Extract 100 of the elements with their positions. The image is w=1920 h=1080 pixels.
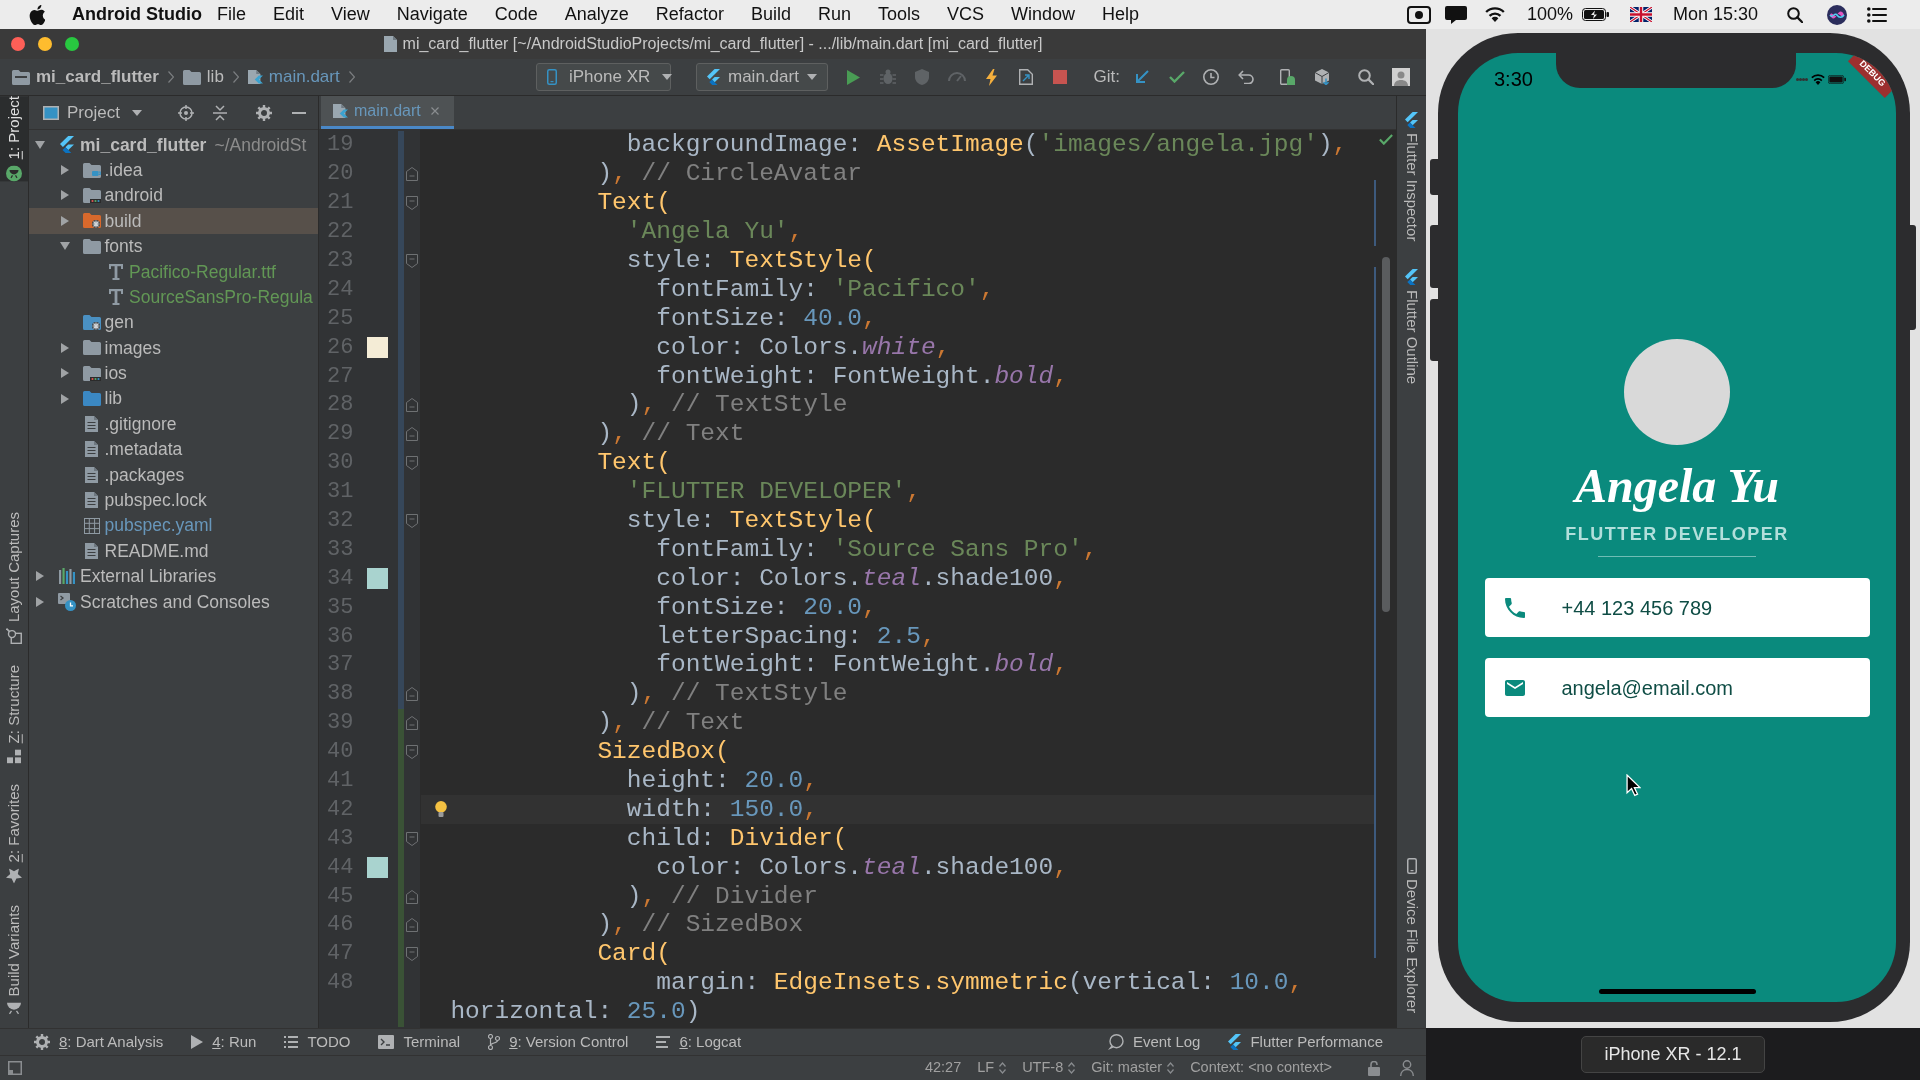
undo-icon[interactable] xyxy=(1237,70,1254,84)
phone-android-icon[interactable] xyxy=(1279,69,1296,85)
status-item[interactable]: Git: master xyxy=(1091,1057,1175,1079)
tree-item[interactable]: .gitignore xyxy=(29,411,318,437)
square-icon[interactable] xyxy=(8,1061,22,1075)
fold-marker-icon[interactable] xyxy=(406,514,418,528)
tree-item[interactable]: ios xyxy=(29,360,318,386)
check-icon[interactable] xyxy=(1379,134,1393,145)
color-swatch-icon[interactable] xyxy=(367,337,388,359)
tree-item[interactable]: README.md xyxy=(29,538,318,564)
color-swatch-icon[interactable] xyxy=(367,857,388,879)
status-item[interactable]: LF xyxy=(977,1057,1007,1079)
tree-item[interactable]: mi_card_flutter ~/AndroidSt xyxy=(29,132,318,158)
clock-icon[interactable] xyxy=(1203,69,1220,85)
menu-item[interactable]: VCS xyxy=(947,1,984,28)
caret-right-icon[interactable] xyxy=(36,596,44,607)
caret-right-icon[interactable] xyxy=(60,368,69,379)
fold-marker-icon[interactable] xyxy=(406,687,418,702)
menu-item[interactable]: Navigate xyxy=(396,1,468,28)
fold-marker-icon[interactable] xyxy=(406,889,418,904)
status-item[interactable]: 42:27 xyxy=(924,1057,962,1079)
gear-icon[interactable] xyxy=(255,104,272,121)
tree-item[interactable]: pubspec.lock xyxy=(29,487,318,513)
menu-item[interactable]: Run xyxy=(817,1,851,28)
flag-icon[interactable] xyxy=(1629,7,1652,22)
zoom-button[interactable] xyxy=(65,37,79,51)
close-button[interactable] xyxy=(11,37,25,51)
record-icon[interactable] xyxy=(1406,5,1431,24)
fold-marker-icon[interactable] xyxy=(406,745,418,760)
breadcrumb[interactable]: mi_card_flutter xyxy=(12,64,159,90)
tool-window-button[interactable]: 2: Favorites xyxy=(0,784,28,884)
lock-icon[interactable] xyxy=(1368,1060,1380,1076)
scrollbar-thumb[interactable] xyxy=(1382,257,1390,612)
tree-item[interactable]: Pacifico-Regular.ttf xyxy=(29,258,318,285)
menu-item[interactable]: Build xyxy=(750,1,791,28)
person-icon[interactable] xyxy=(1400,1060,1414,1076)
menu-item[interactable]: Edit xyxy=(273,1,305,28)
menu-item[interactable]: File xyxy=(217,1,246,28)
tool-window-button[interactable]: Z: Structure xyxy=(0,664,28,764)
tree-item[interactable]: images xyxy=(29,335,318,361)
user-avatar-icon[interactable] xyxy=(1391,68,1410,86)
tree-item[interactable]: Scratches and Consoles xyxy=(29,589,318,615)
status-item[interactable]: UTF-8 xyxy=(1022,1057,1076,1079)
arrow-down-left-icon[interactable] xyxy=(1135,70,1150,84)
fold-marker-icon[interactable] xyxy=(406,167,418,182)
lightning-icon[interactable] xyxy=(985,68,997,86)
fold-marker-icon[interactable] xyxy=(406,398,418,413)
status-item[interactable]: Context: <no context> xyxy=(1190,1057,1332,1079)
battery-icon[interactable] xyxy=(1581,8,1609,21)
tool-window-button[interactable]: Flutter Inspector xyxy=(1398,112,1425,242)
fold-marker-icon[interactable] xyxy=(406,456,418,471)
menu-item[interactable]: View xyxy=(331,1,370,28)
tree-item[interactable]: .packages xyxy=(29,462,318,488)
tool-window-button[interactable]: 9: Version Control xyxy=(488,1030,629,1054)
tree-item[interactable]: android xyxy=(29,182,318,209)
tree-item[interactable]: .idea xyxy=(29,157,318,183)
siri-icon[interactable] xyxy=(1827,4,1847,25)
tool-window-button[interactable]: Terminal xyxy=(378,1030,461,1054)
minimize-button[interactable] xyxy=(38,37,52,51)
tree-item[interactable]: lib xyxy=(29,385,318,412)
wifi-icon[interactable] xyxy=(1484,7,1505,22)
tool-window-button[interactable]: Flutter Outline xyxy=(1398,269,1425,385)
speech-bubble-icon[interactable] xyxy=(1444,5,1467,24)
caret-right-icon[interactable] xyxy=(60,215,69,226)
crosshair-icon[interactable] xyxy=(177,104,194,121)
tool-window-button[interactable]: Device File Explorer xyxy=(1398,857,1425,1013)
caret-right-icon[interactable] xyxy=(60,393,69,404)
menu-item[interactable]: Window xyxy=(1011,1,1076,28)
fold-marker-icon[interactable] xyxy=(406,831,418,846)
play-icon[interactable] xyxy=(846,69,860,85)
caret-right-icon[interactable] xyxy=(36,571,44,582)
list-icon[interactable] xyxy=(1867,6,1887,23)
tool-window-button[interactable]: 4: Run xyxy=(191,1030,257,1054)
project-view-dropdown[interactable]: Project xyxy=(43,99,142,126)
fold-marker-icon[interactable] xyxy=(406,918,418,933)
tree-item[interactable]: SourceSansPro-Regula xyxy=(29,284,318,310)
check-icon[interactable] xyxy=(1168,71,1185,83)
document-arrow-icon[interactable] xyxy=(1018,69,1033,85)
tool-window-button[interactable]: Event Log xyxy=(1107,1030,1201,1054)
tree-item[interactable]: pubspec.yaml xyxy=(29,512,318,539)
device-dropdown[interactable]: iPhone XR xyxy=(536,63,671,91)
collapse-all-icon[interactable] xyxy=(212,104,227,121)
caret-down-icon[interactable] xyxy=(59,242,70,251)
menu-item[interactable]: Help xyxy=(1102,1,1140,28)
lightbulb-icon[interactable] xyxy=(435,801,447,818)
caret-down-icon[interactable] xyxy=(35,140,45,149)
fold-marker-icon[interactable] xyxy=(406,947,418,962)
menu-item[interactable]: Code xyxy=(494,1,538,28)
tree-item[interactable]: build xyxy=(29,208,318,234)
tool-window-button[interactable]: Flutter Performance xyxy=(1228,1030,1383,1054)
caret-right-icon[interactable] xyxy=(60,190,69,201)
close-icon[interactable] xyxy=(430,107,439,115)
fold-marker-icon[interactable] xyxy=(406,254,418,268)
color-swatch-icon[interactable] xyxy=(367,568,388,590)
app-menu[interactable]: Android Studio xyxy=(72,1,202,28)
tool-window-button[interactable]: Build Variants xyxy=(0,904,28,1014)
menu-item[interactable]: Refactor xyxy=(655,1,724,28)
fold-marker-icon[interactable] xyxy=(406,427,418,442)
breadcrumb[interactable]: lib xyxy=(182,64,224,90)
minimize-icon[interactable] xyxy=(291,111,306,114)
